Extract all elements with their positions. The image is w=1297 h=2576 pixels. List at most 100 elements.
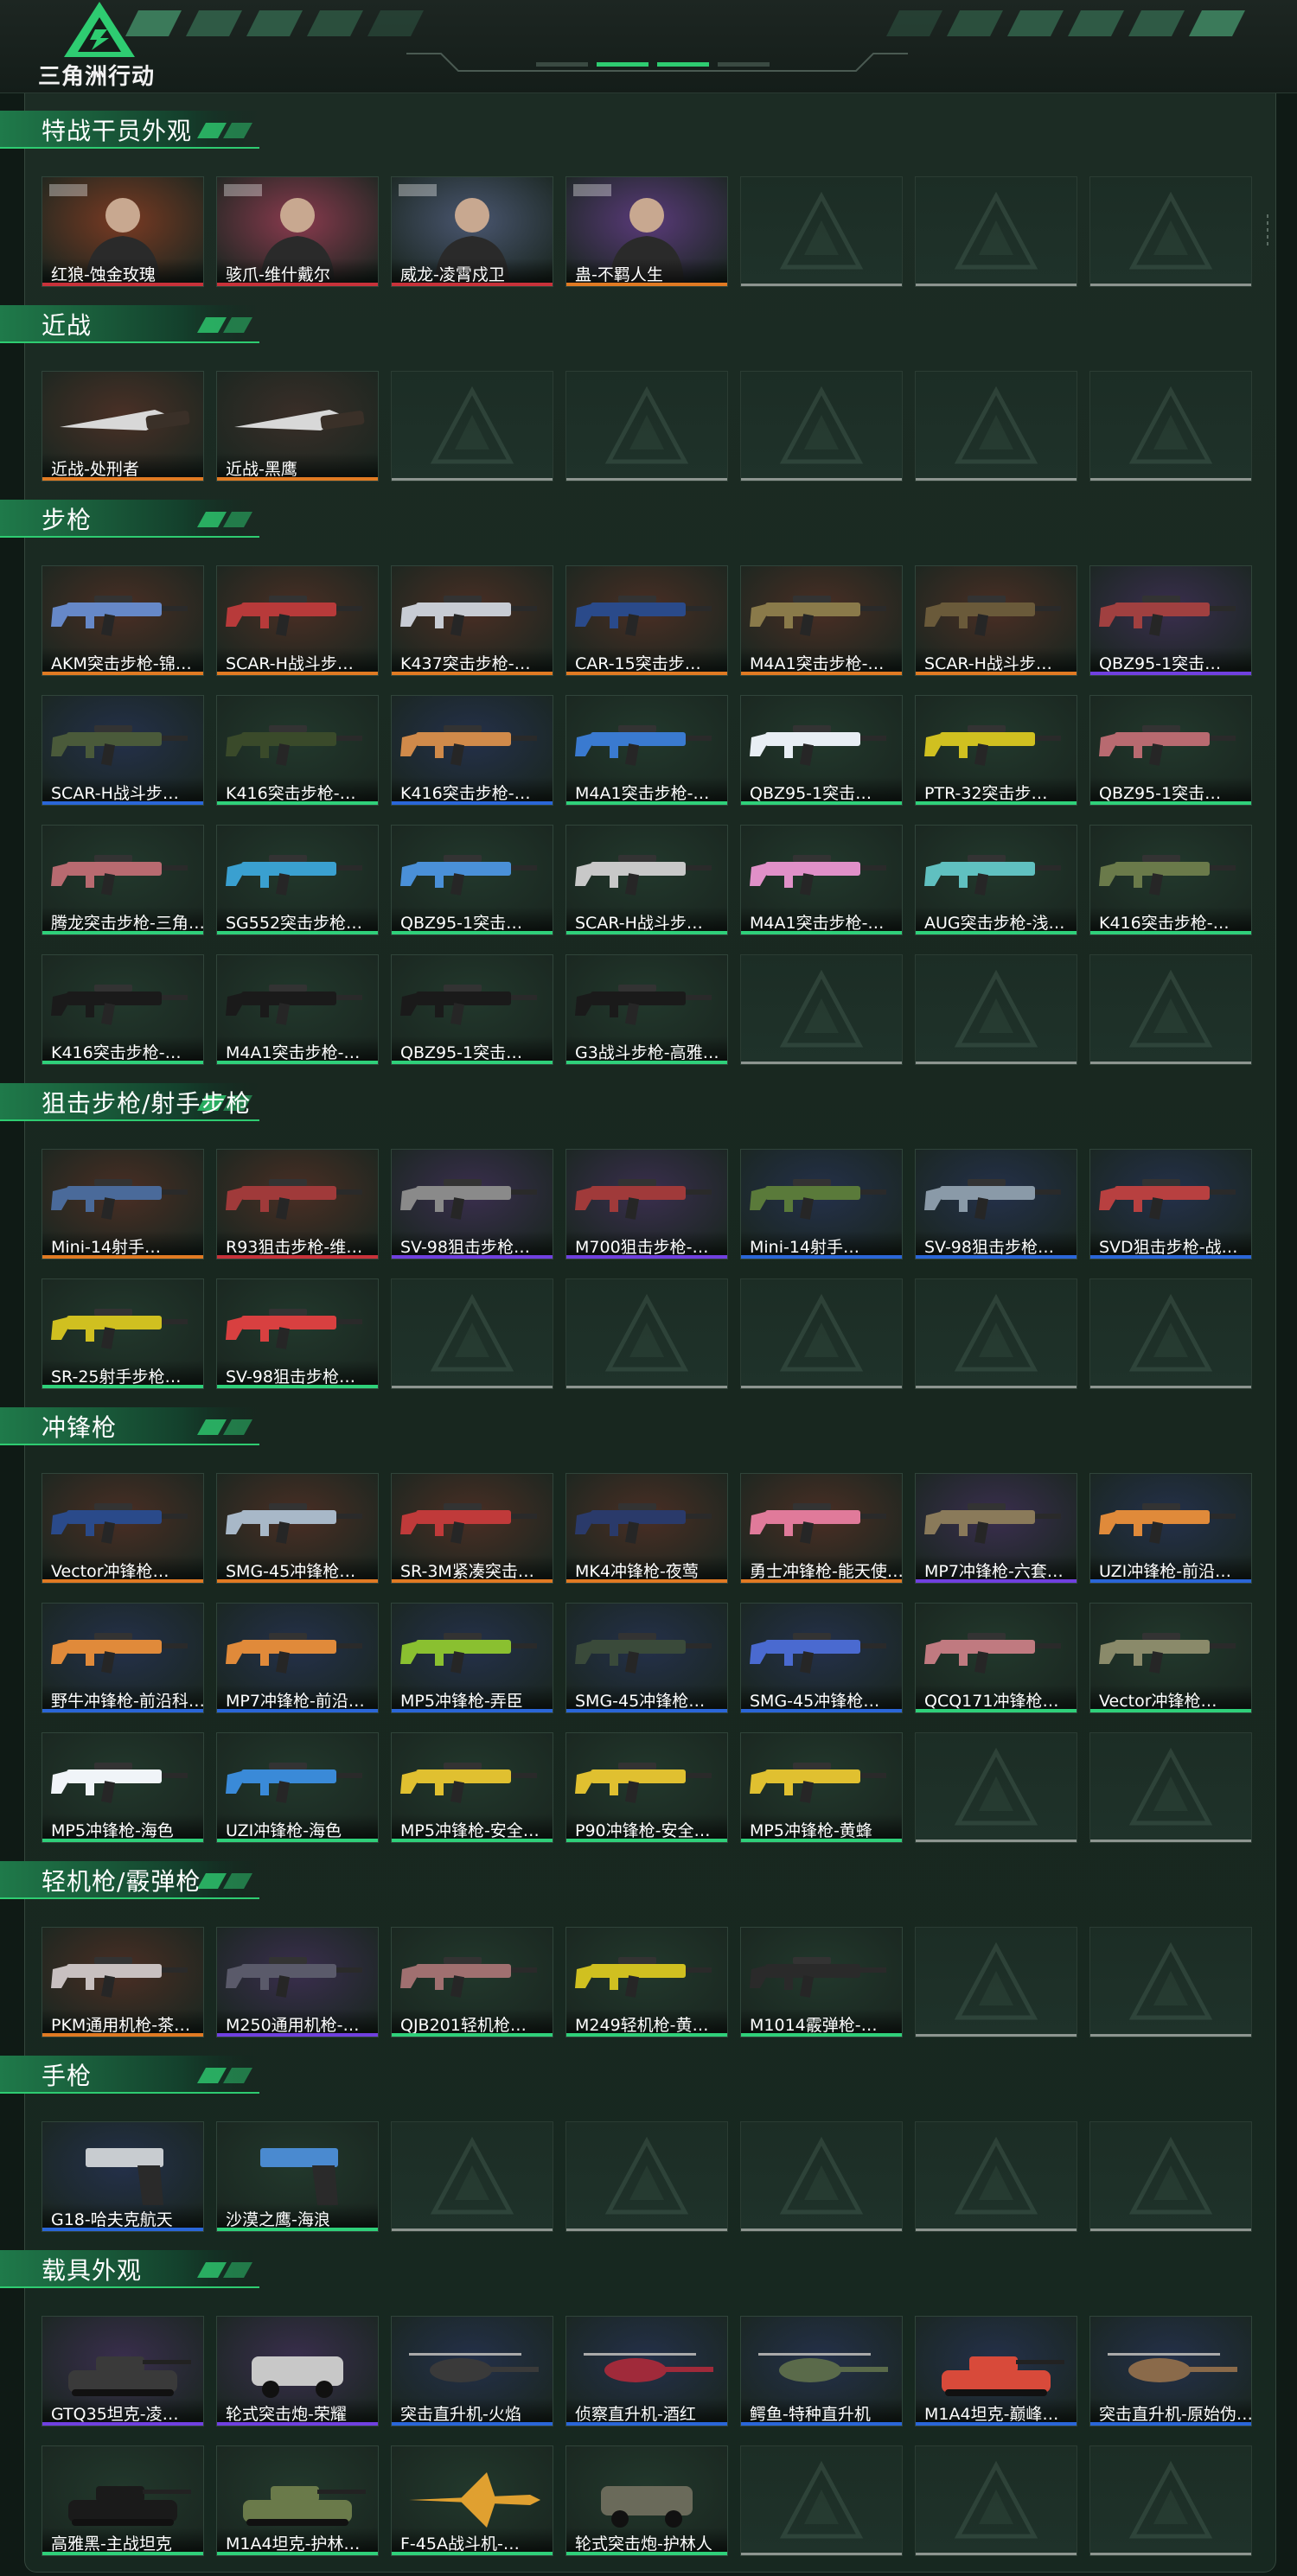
collection-item-card[interactable]: M700狙击步枪-… (565, 1149, 728, 1259)
collection-item-card[interactable]: QJB201轻机枪… (391, 1927, 553, 2037)
collection-item-card[interactable]: 近战-黑鹰 (216, 371, 379, 481)
collection-item-card[interactable]: QBZ95-1突击… (1089, 565, 1252, 676)
collection-item-card[interactable]: K416突击步枪-… (42, 954, 204, 1065)
empty-slot-logo-icon (779, 386, 864, 464)
collection-item-card[interactable]: K416突击步枪-… (391, 695, 553, 806)
rarity-bar (42, 477, 203, 481)
collection-item-card[interactable]: AKM突击步枪-锦… (42, 565, 204, 676)
collection-item-card[interactable]: SV-98狙击步枪… (915, 1149, 1077, 1259)
collection-item-card[interactable]: MP5冲锋枪-海色 (42, 1732, 204, 1843)
item-name: 鳄鱼-特种直升机 (741, 2398, 902, 2422)
collection-item-card[interactable]: K437突击步枪-… (391, 565, 553, 676)
collection-item-card[interactable]: MP5冲锋枪-弄臣 (391, 1603, 553, 1713)
item-name: K416突击步枪-… (42, 1036, 203, 1061)
collection-item-card[interactable]: 红狼-蚀金玫瑰 (42, 176, 204, 287)
collection-item-card[interactable]: G18-哈夫克航天 (42, 2121, 204, 2232)
collection-item-card[interactable]: GTQ35坦克-凌… (42, 2316, 204, 2426)
collection-item-card[interactable]: SMG-45冲锋枪… (740, 1603, 903, 1713)
empty-slot (915, 1278, 1077, 1389)
collection-item-card[interactable]: 突击直升机-原始伪… (1089, 2316, 1252, 2426)
item-name: PKM通用机枪-茶… (42, 2009, 203, 2033)
collection-item-card[interactable]: 勇士冲锋枪-能天使… (740, 1473, 903, 1584)
collection-item-card[interactable]: SCAR-H战斗步… (565, 825, 728, 935)
collection-item-card[interactable]: PTR-32突击步… (915, 695, 1077, 806)
collection-item-card[interactable]: F-45A战斗机-… (391, 2445, 553, 2556)
collection-item-card[interactable]: SV-98狙击步枪… (391, 1149, 553, 1259)
empty-slot-logo-icon (1128, 1747, 1213, 1826)
collection-item-card[interactable]: 蛊-不羁人生 (565, 176, 728, 287)
empty-slot (915, 2121, 1077, 2232)
empty-slot-logo-icon (1128, 191, 1213, 270)
item-name: SCAR-H战斗步… (916, 647, 1077, 672)
empty-slot-bar (1090, 1840, 1251, 1842)
rarity-bar (1090, 1709, 1251, 1712)
collection-item-card[interactable]: SG552突击步枪… (216, 825, 379, 935)
collection-item-card[interactable]: 野牛冲锋枪-前沿科… (42, 1603, 204, 1713)
collection-item-card[interactable]: MP7冲锋枪-六套… (915, 1473, 1077, 1584)
collection-item-card[interactable]: QBZ95-1突击… (391, 954, 553, 1065)
collection-item-card[interactable]: SCAR-H战斗步… (216, 565, 379, 676)
collection-item-card[interactable]: 高雅黑-主战坦克 (42, 2445, 204, 2556)
collection-item-card[interactable]: R93狙击步枪-维… (216, 1149, 379, 1259)
collection-item-card[interactable]: Mini-14射手… (740, 1149, 903, 1259)
collection-item-card[interactable]: K416突击步枪-… (216, 695, 379, 806)
collection-item-card[interactable]: M1A4坦克-护林… (216, 2445, 379, 2556)
collection-item-card[interactable]: SR-25射手步枪… (42, 1278, 204, 1389)
empty-slot (915, 954, 1077, 1065)
collection-item-card[interactable]: Vector冲锋枪… (1089, 1603, 1252, 1713)
collection-item-card[interactable]: 骇爪-维什戴尔 (216, 176, 379, 287)
collection-item-card[interactable]: SMG-45冲锋枪… (565, 1603, 728, 1713)
collection-item-card[interactable]: CAR-15突击步… (565, 565, 728, 676)
collection-item-card[interactable]: UZI冲锋枪-海色 (216, 1732, 379, 1843)
empty-slot (740, 371, 903, 481)
collection-item-card[interactable]: 近战-处刑者 (42, 371, 204, 481)
rarity-bar (217, 2422, 378, 2426)
collection-item-card[interactable]: 沙漠之鹰-海浪 (216, 2121, 379, 2232)
collection-item-card[interactable]: SVD狙击步枪-战… (1089, 1149, 1252, 1259)
collection-item-card[interactable]: MP5冲锋枪-黄蜂 (740, 1732, 903, 1843)
collection-item-card[interactable]: 鳄鱼-特种直升机 (740, 2316, 903, 2426)
collection-item-card[interactable]: QBZ95-1突击… (740, 695, 903, 806)
collection-item-card[interactable]: 威龙-凌霄戍卫 (391, 176, 553, 287)
collection-item-card[interactable]: M4A1突击步枪-… (565, 695, 728, 806)
rarity-bar (392, 2552, 553, 2555)
collection-item-card[interactable]: QBZ95-1突击… (1089, 695, 1252, 806)
collection-item-card[interactable]: K416突击步枪-… (1089, 825, 1252, 935)
collection-item-card[interactable]: AUG突击步枪-浅… (915, 825, 1077, 935)
collection-item-card[interactable]: 侦察直升机-酒红 (565, 2316, 728, 2426)
collection-item-card[interactable]: UZI冲锋枪-前沿… (1089, 1473, 1252, 1584)
collection-item-card[interactable]: SR-3M紧凑突击… (391, 1473, 553, 1584)
item-name: 高雅黑-主战坦克 (42, 2528, 203, 2552)
rarity-bar (217, 283, 378, 286)
collection-item-card[interactable]: QBZ95-1突击… (391, 825, 553, 935)
collection-item-card[interactable]: 突击直升机-火焰 (391, 2316, 553, 2426)
rarity-bar (566, 2422, 727, 2426)
collection-item-card[interactable]: P90冲锋枪-安全… (565, 1732, 728, 1843)
collection-item-card[interactable]: PKM通用机枪-茶… (42, 1927, 204, 2037)
collection-item-card[interactable]: QCQ171冲锋枪… (915, 1603, 1077, 1713)
collection-item-card[interactable]: 腾龙突击步枪-三角… (42, 825, 204, 935)
collection-item-card[interactable]: M1014霰弹枪-… (740, 1927, 903, 2037)
collection-item-card[interactable]: Mini-14射手… (42, 1149, 204, 1259)
rarity-bar (217, 2033, 378, 2037)
collection-item-card[interactable]: M4A1突击步枪-… (740, 565, 903, 676)
collection-item-card[interactable]: SCAR-H战斗步… (915, 565, 1077, 676)
collection-item-card[interactable]: Vector冲锋枪… (42, 1473, 204, 1584)
collection-item-card[interactable]: MK4冲锋枪-夜莺 (565, 1473, 728, 1584)
scroll-indicator[interactable] (1265, 214, 1270, 249)
collection-item-card[interactable]: 轮式突击炮-护林人 (565, 2445, 728, 2556)
collection-item-card[interactable]: M250通用机枪-… (216, 1927, 379, 2037)
collection-item-card[interactable]: M249轻机枪-黄… (565, 1927, 728, 2037)
collection-item-card[interactable]: SCAR-H战斗步… (42, 695, 204, 806)
collection-item-card[interactable]: 轮式突击炮-荣耀 (216, 2316, 379, 2426)
collection-item-card[interactable]: M4A1突击步枪-… (740, 825, 903, 935)
collection-item-card[interactable]: MP7冲锋枪-前沿… (216, 1603, 379, 1713)
collection-item-card[interactable]: SMG-45冲锋枪… (216, 1473, 379, 1584)
empty-slot (915, 371, 1077, 481)
collection-item-card[interactable]: SV-98狙击步枪… (216, 1278, 379, 1389)
collection-item-card[interactable]: M1A4坦克-巅峰… (915, 2316, 1077, 2426)
collection-item-card[interactable]: M4A1突击步枪-… (216, 954, 379, 1065)
collection-item-card[interactable]: MP5冲锋枪-安全… (391, 1732, 553, 1843)
item-name: M1014霰弹枪-… (741, 2009, 902, 2033)
collection-item-card[interactable]: G3战斗步枪-高雅… (565, 954, 728, 1065)
